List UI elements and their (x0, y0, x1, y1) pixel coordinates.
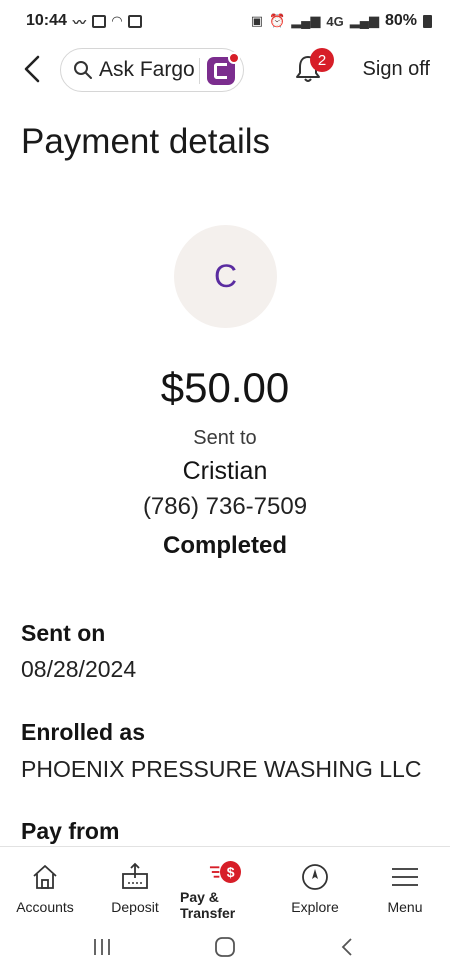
pay-transfer-icon: $ (220, 861, 241, 883)
search-icon (74, 61, 92, 79)
chevron-left-icon (24, 55, 40, 83)
network-type: 4G (326, 13, 344, 29)
lock-icon: ▣ (250, 13, 263, 28)
payment-status: Completed (162, 532, 287, 559)
speed-lines-icon (209, 866, 220, 878)
signal-wave-icon: 〰 (72, 14, 86, 30)
system-nav-bar (0, 918, 450, 976)
nav-explore[interactable]: Explore (270, 847, 360, 918)
pay-from-label: Pay from (21, 818, 120, 844)
enrolled-as-label: Enrolled as (21, 719, 145, 745)
deposit-icon (122, 862, 148, 889)
hamburger-icon (392, 868, 418, 886)
recipient-name: Cristian (182, 457, 268, 485)
page-title: Payment details (21, 122, 271, 161)
compass-icon (302, 864, 328, 890)
enrolled-as-value: PHOENIX PRESSURE WASHING LLC (21, 756, 422, 782)
gallery-icon (91, 14, 106, 28)
sent-on-value: 08/28/2024 (21, 656, 137, 682)
battery-icon (423, 14, 432, 28)
top-nav: Ask Fargo 2 Sign off (0, 44, 450, 96)
status-left: 10:44 〰 ◠ (26, 12, 142, 31)
wifi-icon: ◠ (111, 13, 122, 28)
fargo-logo-icon (207, 52, 240, 85)
nav-deposit-label: Deposit (111, 899, 159, 915)
clock: 10:44 (26, 12, 67, 29)
nav-pay-transfer-label: Pay & Transfer (180, 889, 236, 921)
recipient-avatar: C (174, 225, 277, 328)
battery-percent: 80% (384, 12, 417, 29)
ask-fargo-label: Ask Fargo (99, 58, 195, 81)
system-back-icon[interactable] (336, 935, 360, 959)
pill-divider (199, 58, 200, 84)
recipient-phone: (786) 736-7509 (142, 493, 308, 520)
recent-apps-icon[interactable] (90, 935, 114, 959)
back-button[interactable] (18, 52, 48, 86)
nav-accounts-label: Accounts (16, 899, 74, 915)
nav-accounts[interactable]: Accounts (0, 847, 90, 918)
status-bar: 10:44 〰 ◠ ▣ ⏰ ▂▄▆ 4G ▂▄▆ 80% (0, 0, 450, 42)
cell-signal-icon-2: ▂▄▆ (349, 13, 379, 28)
home-button-icon[interactable] (213, 935, 237, 959)
nav-menu-label: Menu (387, 899, 423, 915)
bottom-nav: Accounts Deposit $ Pay & Transfer Explor… (0, 846, 450, 921)
cell-signal-icon: ▂▄▆ (291, 13, 321, 28)
avatar-initial: C (213, 258, 238, 294)
nav-menu[interactable]: Menu (360, 847, 450, 918)
nav-pay-transfer[interactable]: $ Pay & Transfer (180, 847, 270, 921)
notification-badge: 2 (310, 48, 334, 72)
home-icon (33, 865, 57, 889)
payment-amount: $50.00 (160, 364, 290, 411)
nav-explore-label: Explore (291, 899, 339, 915)
sent-on-label: Sent on (21, 620, 106, 646)
question-icon (127, 14, 142, 28)
status-right: ▣ ⏰ ▂▄▆ 4G ▂▄▆ 80% (251, 12, 432, 30)
alarm-icon: ⏰ (269, 13, 286, 28)
ask-fargo-button[interactable]: Ask Fargo (60, 48, 244, 92)
sign-off-button[interactable]: Sign off (363, 58, 430, 81)
sent-to-label: Sent to (193, 427, 257, 449)
nav-deposit[interactable]: Deposit (90, 847, 180, 918)
